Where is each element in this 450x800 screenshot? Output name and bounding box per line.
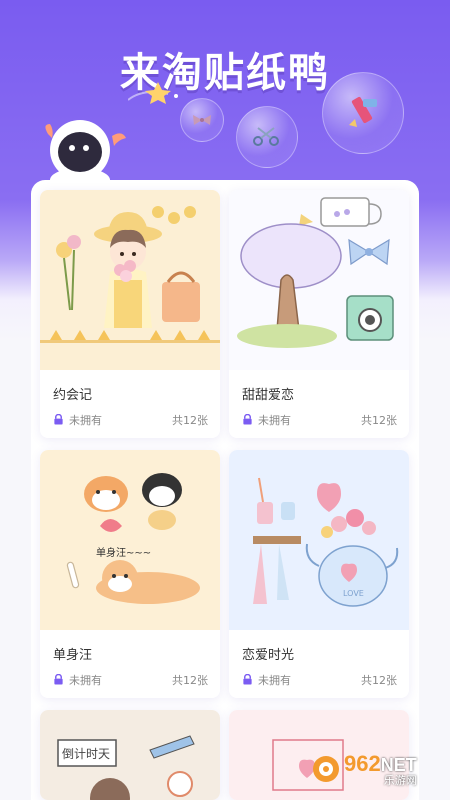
sticker-pack-card-single-dog[interactable]: 单身汪~~~ 单身汪 未拥有 共12张 bbox=[40, 450, 220, 698]
single-dog-sticker-image: 单身汪~~~ bbox=[40, 450, 220, 630]
sparkle-stars-icon bbox=[128, 82, 178, 104]
962-logo-icon bbox=[313, 756, 339, 782]
card-title: 单身汪 bbox=[53, 648, 93, 663]
bubble-bow bbox=[180, 98, 224, 142]
ownership-status: 未拥有 bbox=[258, 414, 291, 427]
lock-icon bbox=[54, 414, 63, 425]
watermark-number: 962 bbox=[344, 750, 381, 776]
lock-icon bbox=[243, 674, 252, 685]
card-title: 约会记 bbox=[53, 388, 93, 403]
watermark-logo: 962 NET 乐游网 bbox=[312, 746, 442, 792]
bubble-scissors bbox=[236, 106, 298, 168]
countdown-text: 倒计时天 bbox=[62, 747, 110, 761]
sticker-pack-card-dating[interactable]: 约会记 未拥有 共12张 bbox=[40, 190, 220, 438]
bow-icon bbox=[193, 115, 211, 125]
sticker-pack-card-sweet-love[interactable]: 甜甜爱恋 未拥有 共12张 bbox=[229, 190, 409, 438]
card-title: 恋爱时光 bbox=[242, 648, 295, 663]
astronaut-mascot-icon bbox=[45, 120, 126, 190]
ownership-status: 未拥有 bbox=[69, 414, 102, 427]
countdown-sticker-image: 倒计时天 bbox=[40, 710, 220, 800]
sticker-count: 共12张 bbox=[361, 414, 397, 427]
love-time-sticker-image: LOVE bbox=[229, 450, 409, 630]
sweet-love-sticker-image bbox=[229, 190, 409, 370]
lock-icon bbox=[243, 414, 252, 425]
scissors-icon bbox=[253, 127, 279, 146]
watermark-suffix: NET bbox=[380, 754, 417, 775]
lock-icon bbox=[54, 674, 63, 685]
card-title: 甜甜爱恋 bbox=[242, 388, 295, 403]
bubble-pencil bbox=[322, 72, 404, 154]
sticker-count: 共12张 bbox=[361, 674, 397, 687]
sticker-pack-card-countdown[interactable]: 倒计时天 bbox=[40, 710, 220, 800]
pot-text: LOVE bbox=[343, 589, 364, 598]
sticker-pack-card-love-time[interactable]: LOVE 恋爱时光 未拥有 共12张 bbox=[229, 450, 409, 698]
sticker-count: 共12张 bbox=[172, 414, 208, 427]
ownership-status: 未拥有 bbox=[258, 674, 291, 687]
pencil-icon bbox=[349, 96, 377, 127]
hero-banner: 来淘贴纸鸭 bbox=[0, 0, 450, 200]
sticker-count: 共12张 bbox=[172, 674, 208, 687]
watermark-text: 乐游网 bbox=[383, 773, 417, 787]
dog-text: 单身汪~~~ bbox=[96, 546, 151, 559]
ownership-status: 未拥有 bbox=[69, 674, 102, 687]
dating-sticker-image bbox=[40, 190, 220, 370]
